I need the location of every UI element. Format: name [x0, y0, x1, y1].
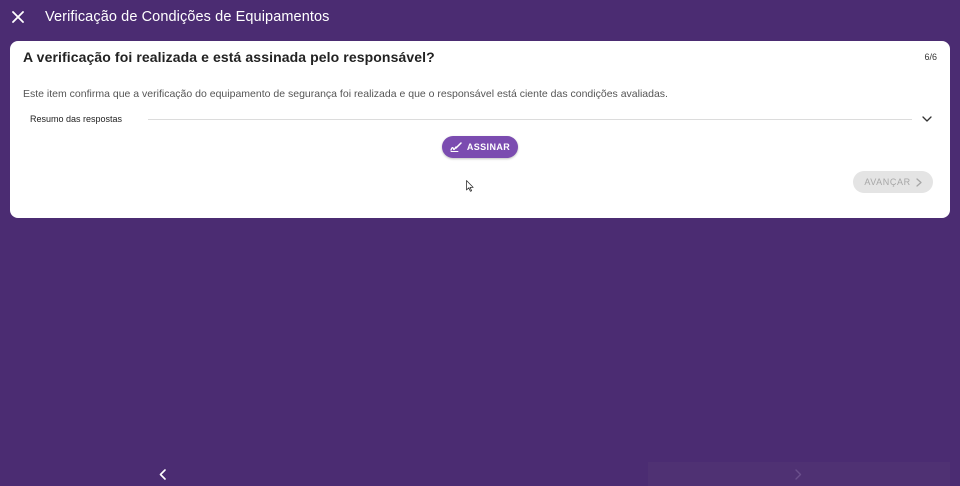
chevron-down-icon: [922, 113, 934, 125]
summary-label: Resumo das respostas: [30, 114, 123, 124]
chevron-left-icon: [159, 468, 166, 480]
close-button[interactable]: [0, 0, 36, 33]
answers-summary-toggle[interactable]: Resumo das respostas: [30, 109, 934, 129]
question-description: Este item confirma que a verificação do …: [23, 88, 668, 100]
question-counter: 6/6: [924, 52, 937, 62]
question-title: A verificação foi realizada e está assin…: [23, 49, 435, 65]
footer-left: [0, 462, 648, 486]
question-card: A verificação foi realizada e está assin…: [10, 41, 950, 218]
close-icon: [12, 10, 24, 23]
app-title: Verificação de Condições de Equipamentos: [45, 8, 330, 25]
sign-button[interactable]: ASSINAR: [442, 136, 518, 158]
advance-button[interactable]: AVANÇAR: [853, 171, 933, 193]
next-button[interactable]: [788, 464, 808, 484]
mouse-cursor-icon: [466, 180, 474, 192]
app-bar: Verificação de Condições de Equipamentos: [0, 0, 960, 33]
previous-button[interactable]: [152, 464, 172, 484]
chevron-right-icon: [916, 177, 922, 187]
summary-divider: [148, 118, 912, 120]
signature-icon: [450, 142, 462, 152]
chevron-right-icon: [794, 468, 801, 480]
advance-label: AVANÇAR: [864, 177, 911, 187]
sign-label: ASSINAR: [466, 142, 511, 152]
